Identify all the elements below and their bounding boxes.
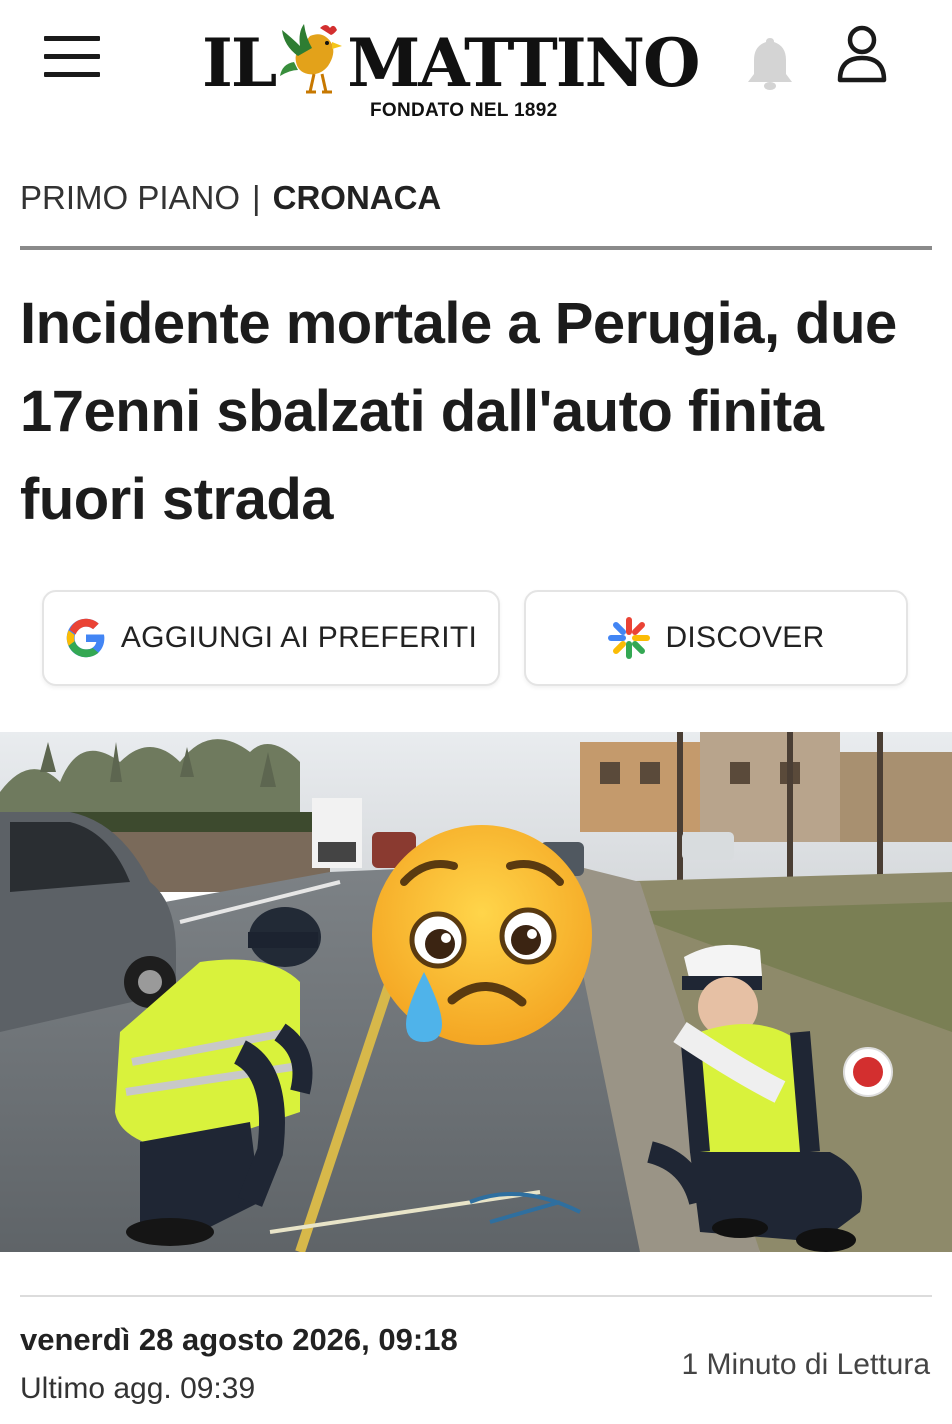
logo-wordmark: IL MATTINO	[202, 24, 701, 102]
logo-subtitle: FONDATO NEL 1892	[370, 100, 558, 121]
google-icon	[66, 618, 105, 658]
discover-sparkle-icon	[608, 617, 651, 659]
add-to-favorites-button[interactable]: AGGIUNGI AI PREFERITI	[42, 590, 500, 686]
hamburger-menu-icon[interactable]	[44, 36, 100, 86]
article-headline: Incidente mortale a Perugia, due 17enni …	[20, 291, 897, 532]
section-divider	[20, 246, 932, 250]
publish-date: venerdì 28 agosto 2026, 09:18	[20, 1322, 458, 1357]
add-to-favorites-label: AGGIUNGI AI PREFERITI	[120, 621, 478, 654]
breadcrumb-separator: |	[252, 179, 261, 216]
discover-button[interactable]: DISCOVER	[524, 590, 908, 686]
site-logo[interactable]: IL MATTINO FONDATO NEL 1892	[202, 22, 732, 122]
crying-face-emoji	[372, 825, 592, 1045]
article-photo[interactable]	[0, 732, 952, 1252]
breadcrumb-category[interactable]: CRONACA	[273, 179, 442, 216]
accident-scene-image	[0, 732, 952, 1252]
meta-divider	[20, 1295, 932, 1297]
read-time: 1 Minuto di Lettura	[681, 1348, 930, 1381]
last-updated: Ultimo agg. 09:39	[20, 1372, 256, 1405]
breadcrumb: PRIMO PIANO | CRONACA	[20, 178, 441, 218]
rooster-logo-icon	[280, 24, 342, 94]
breadcrumb-section[interactable]: PRIMO PIANO	[20, 179, 240, 216]
site-header: IL MATTINO FONDATO NEL 1892	[0, 0, 952, 140]
article-page: IL MATTINO FONDATO NEL 1892 PRIMO PIANO …	[0, 0, 952, 1424]
discover-label: DISCOVER	[665, 621, 825, 654]
user-icon[interactable]	[836, 24, 888, 84]
bell-icon[interactable]	[742, 34, 798, 92]
